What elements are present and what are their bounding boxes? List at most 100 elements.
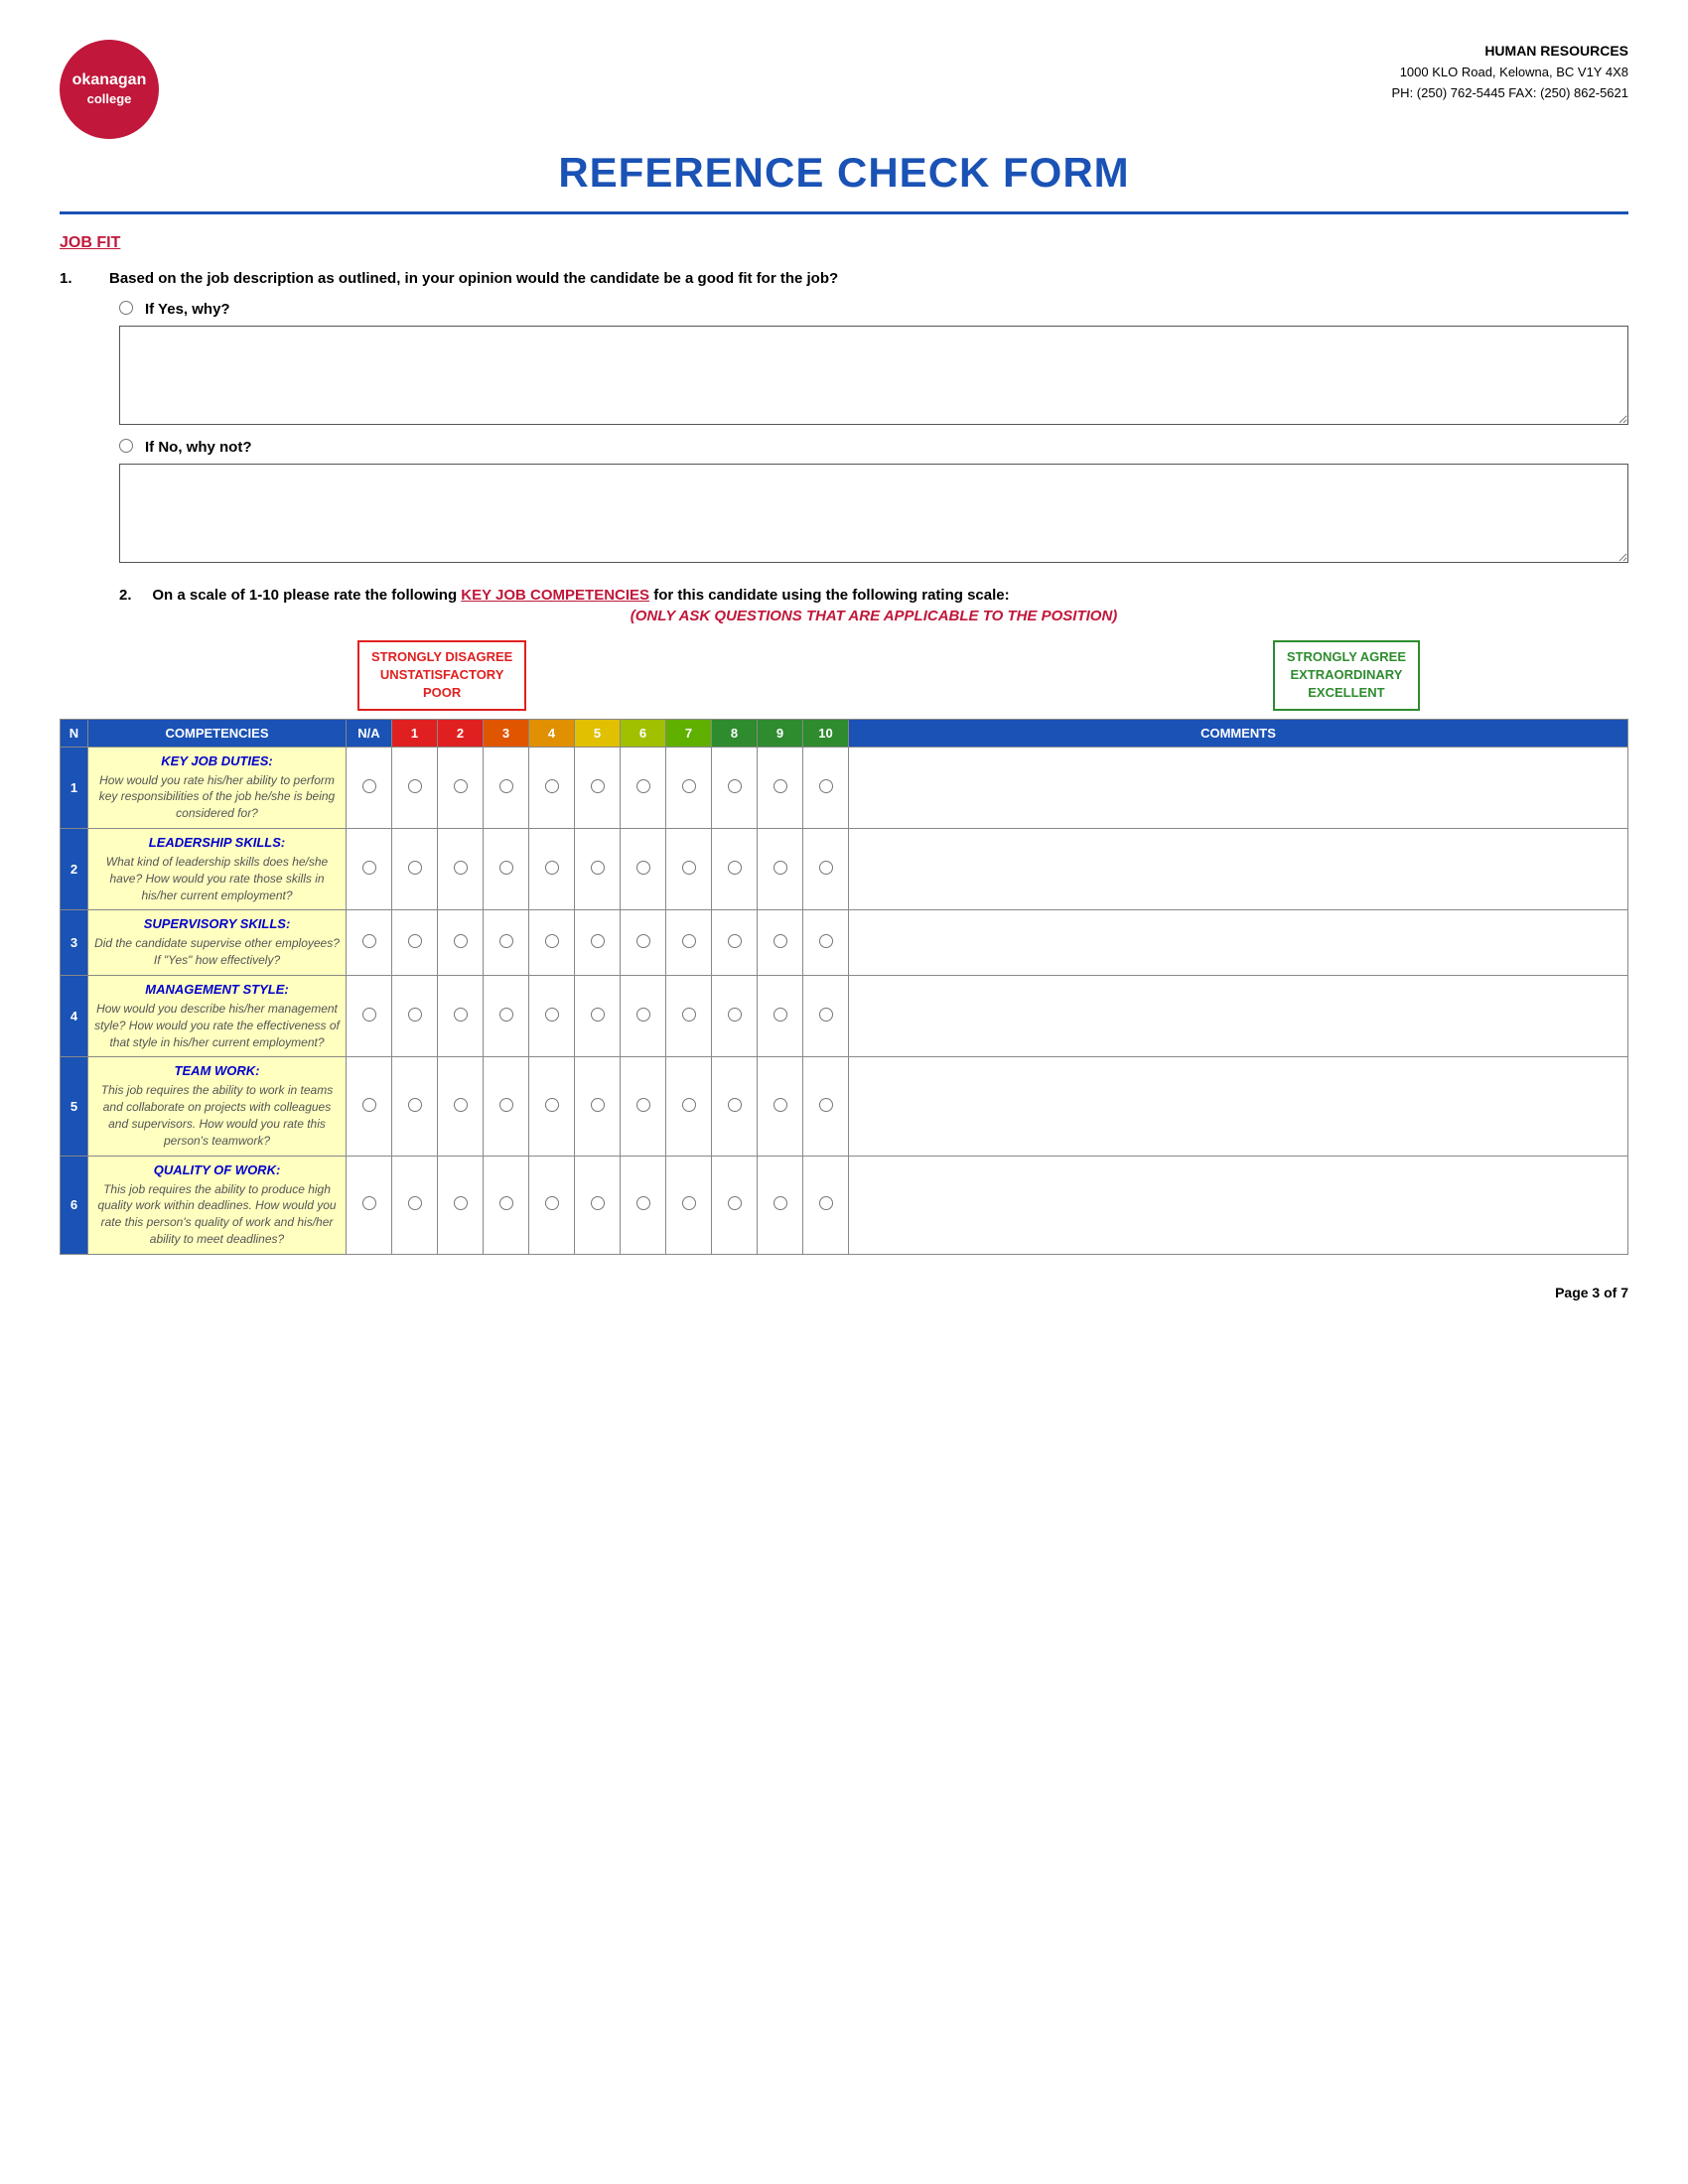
radio-8-input-3[interactable]: [728, 934, 742, 948]
radio-3-input-3[interactable]: [499, 934, 513, 948]
if-no-textarea[interactable]: [119, 464, 1628, 563]
radio-5-input-2[interactable]: [591, 861, 605, 875]
radio-6-row-2[interactable]: [621, 828, 666, 909]
radio-7-row-4[interactable]: [666, 975, 712, 1056]
radio-7-row-1[interactable]: [666, 747, 712, 828]
radio-na-input-4[interactable]: [362, 1008, 376, 1022]
radio-5-input-1[interactable]: [591, 779, 605, 793]
comments-6[interactable]: [849, 1156, 1628, 1254]
radio-5-input-3[interactable]: [591, 934, 605, 948]
radio-10-input-5[interactable]: [819, 1098, 833, 1112]
radio-10-input-6[interactable]: [819, 1196, 833, 1210]
comments-2[interactable]: [849, 828, 1628, 909]
radio-na-3[interactable]: [347, 910, 392, 976]
radio-3-input-4[interactable]: [499, 1008, 513, 1022]
radio-3-row-1[interactable]: [484, 747, 529, 828]
radio-6-row-1[interactable]: [621, 747, 666, 828]
radio-5-row-1[interactable]: [575, 747, 621, 828]
radio-6-row-4[interactable]: [621, 975, 666, 1056]
radio-4-input-5[interactable]: [545, 1098, 559, 1112]
radio-9-input-6[interactable]: [774, 1196, 787, 1210]
radio-8-input-1[interactable]: [728, 779, 742, 793]
radio-4-row-4[interactable]: [529, 975, 575, 1056]
radio-1-input-1[interactable]: [408, 779, 422, 793]
radio-7-row-5[interactable]: [666, 1057, 712, 1156]
radio-4-input-1[interactable]: [545, 779, 559, 793]
radio-2-row-2[interactable]: [438, 828, 484, 909]
radio-5-row-2[interactable]: [575, 828, 621, 909]
radio-na-1[interactable]: [347, 747, 392, 828]
radio-9-input-4[interactable]: [774, 1008, 787, 1022]
comments-3[interactable]: [849, 910, 1628, 976]
radio-10-row-4[interactable]: [803, 975, 849, 1056]
radio-2-row-3[interactable]: [438, 910, 484, 976]
comments-5[interactable]: [849, 1057, 1628, 1156]
radio-9-input-5[interactable]: [774, 1098, 787, 1112]
radio-1-input-2[interactable]: [408, 861, 422, 875]
radio-4-input-2[interactable]: [545, 861, 559, 875]
radio-6-input-4[interactable]: [636, 1008, 650, 1022]
radio-9-row-6[interactable]: [758, 1156, 803, 1254]
radio-4-row-2[interactable]: [529, 828, 575, 909]
radio-9-input-3[interactable]: [774, 934, 787, 948]
radio-3-row-4[interactable]: [484, 975, 529, 1056]
radio-1-row-2[interactable]: [392, 828, 438, 909]
radio-4-input-6[interactable]: [545, 1196, 559, 1210]
radio-9-input-1[interactable]: [774, 779, 787, 793]
radio-6-input-2[interactable]: [636, 861, 650, 875]
radio-3-row-3[interactable]: [484, 910, 529, 976]
if-yes-textarea[interactable]: [119, 326, 1628, 425]
radio-5-input-5[interactable]: [591, 1098, 605, 1112]
radio-7-input-2[interactable]: [682, 861, 696, 875]
radio-6-input-5[interactable]: [636, 1098, 650, 1112]
radio-7-row-2[interactable]: [666, 828, 712, 909]
radio-1-input-5[interactable]: [408, 1098, 422, 1112]
radio-3-input-6[interactable]: [499, 1196, 513, 1210]
radio-4-row-1[interactable]: [529, 747, 575, 828]
radio-10-input-3[interactable]: [819, 934, 833, 948]
radio-4-row-3[interactable]: [529, 910, 575, 976]
radio-2-input-4[interactable]: [454, 1008, 468, 1022]
radio-na-input-2[interactable]: [362, 861, 376, 875]
radio-2-input-5[interactable]: [454, 1098, 468, 1112]
radio-6-row-6[interactable]: [621, 1156, 666, 1254]
radio-na-input-5[interactable]: [362, 1098, 376, 1112]
radio-2-input-1[interactable]: [454, 779, 468, 793]
radio-6-row-5[interactable]: [621, 1057, 666, 1156]
radio-na-5[interactable]: [347, 1057, 392, 1156]
radio-5-row-4[interactable]: [575, 975, 621, 1056]
radio-7-input-1[interactable]: [682, 779, 696, 793]
radio-10-input-1[interactable]: [819, 779, 833, 793]
radio-3-input-1[interactable]: [499, 779, 513, 793]
radio-8-row-3[interactable]: [712, 910, 758, 976]
radio-8-row-2[interactable]: [712, 828, 758, 909]
radio-2-row-1[interactable]: [438, 747, 484, 828]
radio-10-input-4[interactable]: [819, 1008, 833, 1022]
radio-3-input-2[interactable]: [499, 861, 513, 875]
radio-3-row-6[interactable]: [484, 1156, 529, 1254]
radio-8-input-2[interactable]: [728, 861, 742, 875]
radio-7-input-5[interactable]: [682, 1098, 696, 1112]
radio-5-input-4[interactable]: [591, 1008, 605, 1022]
radio-1-row-4[interactable]: [392, 975, 438, 1056]
radio-na-4[interactable]: [347, 975, 392, 1056]
radio-2-row-5[interactable]: [438, 1057, 484, 1156]
radio-2-input-3[interactable]: [454, 934, 468, 948]
radio-8-row-4[interactable]: [712, 975, 758, 1056]
radio-10-row-5[interactable]: [803, 1057, 849, 1156]
radio-10-row-2[interactable]: [803, 828, 849, 909]
radio-8-row-1[interactable]: [712, 747, 758, 828]
radio-7-input-3[interactable]: [682, 934, 696, 948]
radio-3-row-2[interactable]: [484, 828, 529, 909]
radio-10-row-1[interactable]: [803, 747, 849, 828]
comments-4[interactable]: [849, 975, 1628, 1056]
radio-2-row-4[interactable]: [438, 975, 484, 1056]
radio-9-row-3[interactable]: [758, 910, 803, 976]
radio-8-input-4[interactable]: [728, 1008, 742, 1022]
radio-na-input-1[interactable]: [362, 779, 376, 793]
radio-8-row-6[interactable]: [712, 1156, 758, 1254]
radio-7-input-6[interactable]: [682, 1196, 696, 1210]
radio-5-row-6[interactable]: [575, 1156, 621, 1254]
radio-na-input-6[interactable]: [362, 1196, 376, 1210]
radio-4-input-4[interactable]: [545, 1008, 559, 1022]
